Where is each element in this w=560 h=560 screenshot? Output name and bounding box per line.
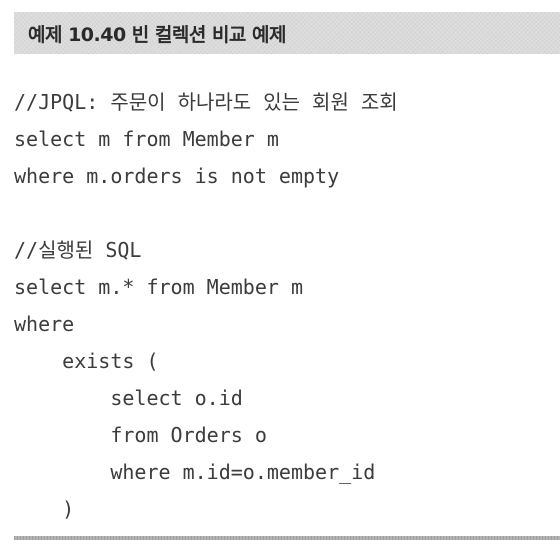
code-line-subquery-from: from Orders o [14, 423, 267, 447]
code-line-sql-where: where [14, 312, 75, 336]
code-line-sql-comment: //실행된 SQL [14, 238, 142, 262]
code-line-sql-exists: exists ( [14, 349, 159, 373]
code-line-close-paren: ) [14, 497, 75, 521]
example-caption: 예제 10.40 빈 컬렉션 비교 예제 [28, 24, 286, 46]
caption-bar: 예제 10.40 빈 컬렉션 비교 예제 [14, 12, 560, 54]
code-line-subquery-where: where m.id=o.member_id [14, 460, 376, 484]
bottom-rule [14, 536, 560, 540]
code-line-sql-select: select m.* from Member m [14, 275, 303, 299]
code-line-subquery-select: select o.id [14, 386, 243, 410]
code-line-jpql-comment: //JPQL: 주문이 하나라도 있는 회원 조회 [14, 90, 398, 114]
code-block: //JPQL: 주문이 하나라도 있는 회원 조회 select m from M… [14, 84, 398, 528]
code-line-jpql-select: select m from Member m [14, 127, 279, 151]
code-example-figure: 예제 10.40 빈 컬렉션 비교 예제 //JPQL: 주문이 하나라도 있는… [14, 12, 560, 540]
code-line-jpql-where: where m.orders is not empty [14, 164, 340, 188]
